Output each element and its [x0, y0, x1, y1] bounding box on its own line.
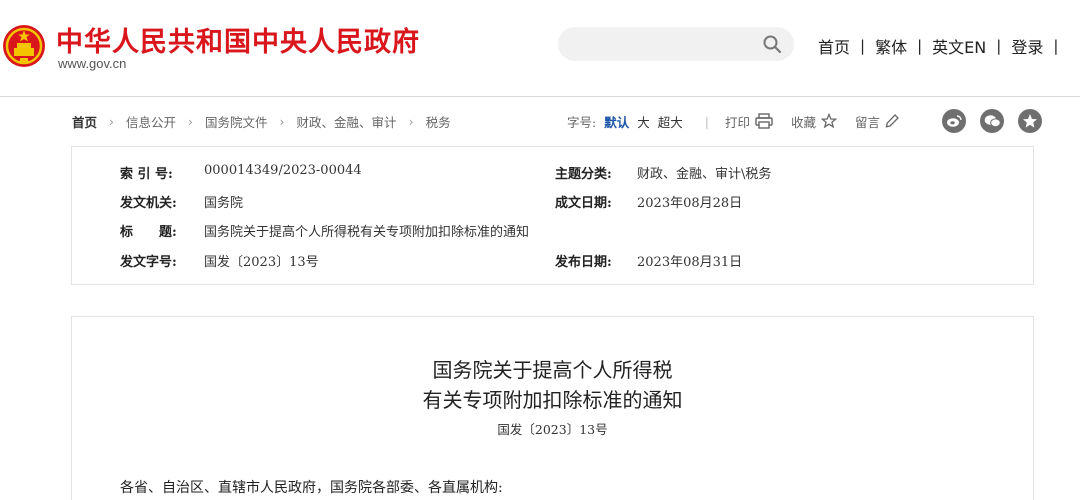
issuer-label: 发文机关:: [120, 196, 177, 211]
category-value: 财政、金融、审计\税务: [637, 167, 772, 182]
document-body: 国务院关于提高个人所得税 有关专项附加扣除标准的通知 国发〔2023〕13号 各…: [71, 316, 1034, 500]
font-size-default[interactable]: 默认: [604, 112, 629, 131]
document-number: 国发〔2023〕13号: [497, 422, 608, 437]
site-header: 中华人民共和国中央人民政府 www.gov.cn 首页 | 繁体 | 英文EN …: [0, 0, 1080, 97]
print-button[interactable]: 打印: [725, 112, 773, 131]
printer-icon: [755, 113, 773, 129]
nav-home[interactable]: 首页: [818, 34, 850, 58]
share-wechat-button[interactable]: [980, 109, 1004, 133]
published-date-value: 2023年08月31日: [637, 255, 743, 270]
title-label: 标 题:: [120, 225, 177, 240]
font-size-label: 字号:: [567, 114, 597, 130]
chevron-right-icon: ›: [109, 114, 115, 129]
star-icon: [821, 113, 838, 129]
comment-button[interactable]: 留言: [855, 112, 899, 131]
metadata-row: 标 题: 国务院关于提高个人所得税有关专项附加扣除标准的通知: [72, 221, 1033, 241]
nav-english[interactable]: 英文EN: [932, 34, 986, 58]
favorite-button[interactable]: 收藏: [791, 112, 838, 131]
metadata-row: 发文机关: 国务院 成文日期: 2023年08月28日: [72, 192, 1033, 212]
site-name[interactable]: 中华人民共和国中央人民政府: [56, 20, 420, 59]
issuer-value: 国务院: [204, 196, 244, 211]
breadcrumb-info-public[interactable]: 信息公开: [126, 112, 176, 131]
index-number-label: 索 引 号:: [120, 167, 173, 182]
chevron-right-icon: ›: [279, 114, 285, 129]
metadata-row: 发文字号: 国发〔2023〕13号 发布日期: 2023年08月31日: [72, 251, 1033, 271]
breadcrumb-finance[interactable]: 财政、金融、审计: [297, 112, 397, 131]
document-addressee: 各省、自治区、直辖市人民政府，国务院各部委、各直属机构:: [120, 480, 503, 496]
wechat-icon: [984, 115, 1001, 128]
created-date-label: 成文日期:: [555, 196, 612, 211]
metadata-row: 索 引 号: 000014349/2023-00044 主题分类: 财政、金融、…: [72, 163, 1033, 183]
published-date-label: 发布日期:: [555, 255, 612, 270]
page-toolbar: 字号: 默认 大 超大 | 打印 收藏 留言: [567, 110, 917, 132]
favorite-label: 收藏: [791, 114, 817, 130]
comment-label: 留言: [855, 114, 881, 130]
title-value: 国务院关于提高个人所得税有关专项附加扣除标准的通知: [204, 225, 530, 240]
pencil-icon: [885, 114, 899, 128]
top-nav: 首页 | 繁体 | 英文EN | 登录 |: [818, 34, 1068, 58]
created-date-value: 2023年08月28日: [637, 196, 743, 211]
document-number-label: 发文字号:: [120, 255, 177, 270]
document-metadata: 索 引 号: 000014349/2023-00044 主题分类: 财政、金融、…: [71, 146, 1034, 285]
nav-separator: |: [917, 37, 923, 55]
qzone-icon: [1023, 114, 1037, 128]
toolbar-divider: |: [704, 113, 709, 129]
font-size-large[interactable]: 大: [637, 112, 650, 131]
breadcrumb-state-council-docs[interactable]: 国务院文件: [205, 112, 268, 131]
page: 中华人民共和国中央人民政府 www.gov.cn 首页 | 繁体 | 英文EN …: [0, 0, 1080, 500]
document-title: 国务院关于提高个人所得税 有关专项附加扣除标准的通知: [72, 355, 1033, 415]
search-input[interactable]: [558, 27, 794, 61]
share-qzone-button[interactable]: [1018, 109, 1042, 133]
breadcrumb: 首页 › 信息公开 › 国务院文件 › 财政、金融、审计 › 税务: [72, 112, 451, 131]
chevron-right-icon: ›: [408, 114, 414, 129]
category-label: 主题分类:: [555, 167, 612, 182]
breadcrumb-home[interactable]: 首页: [72, 112, 97, 131]
nav-separator: |: [996, 37, 1002, 55]
site-url[interactable]: www.gov.cn: [58, 56, 126, 71]
print-label: 打印: [724, 114, 750, 130]
breadcrumb-tax[interactable]: 税务: [426, 112, 451, 131]
weibo-icon: [947, 115, 962, 127]
nav-separator: |: [860, 37, 866, 55]
nav-traditional[interactable]: 繁体: [875, 34, 907, 58]
nav-login[interactable]: 登录: [1011, 34, 1043, 58]
document-title-line: 有关专项附加扣除标准的通知: [422, 388, 683, 412]
document-title-line: 国务院关于提高个人所得税: [432, 358, 673, 382]
index-number-value: 000014349/2023-00044: [204, 163, 362, 178]
nav-separator: |: [1053, 37, 1059, 55]
search-icon[interactable]: [762, 34, 782, 54]
share-weibo-button[interactable]: [942, 109, 966, 133]
national-emblem-icon[interactable]: [2, 24, 46, 68]
share-bar: [942, 109, 1056, 133]
document-number-value: 国发〔2023〕13号: [204, 255, 319, 270]
chevron-right-icon: ›: [188, 114, 194, 129]
font-size-xlarge[interactable]: 超大: [658, 112, 683, 131]
